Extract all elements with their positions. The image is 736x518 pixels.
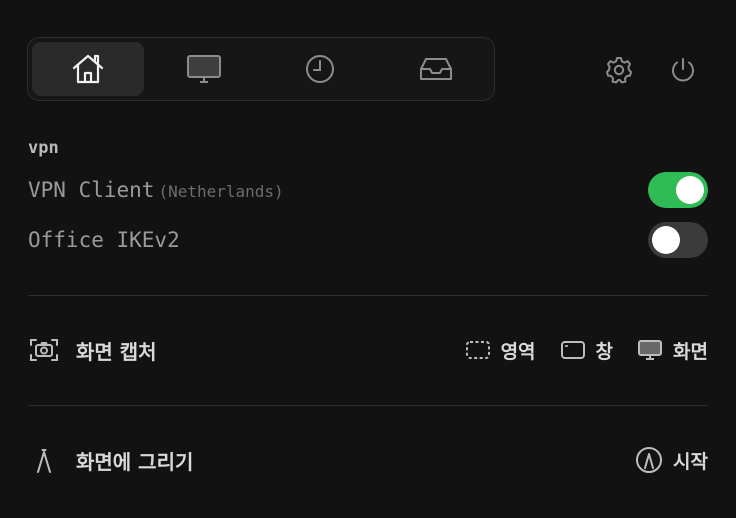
vpn-section-label: vpn (28, 138, 59, 158)
window-icon (560, 340, 586, 360)
main-tab-bar (27, 37, 495, 101)
monitor-icon (187, 55, 221, 83)
capture-area-button[interactable]: 영역 (465, 337, 536, 364)
draw-on-screen-row: 화면에 그리기 시작 (28, 440, 708, 480)
capture-screen-label: 화면 (673, 340, 708, 363)
divider (28, 405, 708, 406)
vpn-client-toggle[interactable] (648, 172, 708, 208)
office-ikev2-toggle[interactable] (648, 222, 708, 258)
tab-home[interactable] (32, 42, 144, 96)
vpn-location: (Netherlands) (158, 182, 284, 201)
start-drawing-button[interactable]: 시작 (635, 446, 708, 474)
selection-area-icon (465, 340, 491, 360)
gear-icon (606, 57, 632, 84)
vpn-name: Office IKEv2 (28, 228, 180, 252)
circle-pen-icon (635, 446, 663, 474)
vpn-name: VPN Client (28, 178, 155, 202)
vpn-item-office-ikev2: Office IKEv2 (28, 222, 708, 258)
vpn-item-vpn-client: VPN Client (Netherlands) (28, 172, 708, 208)
screen-capture-row: 화면 캡처 영역 창 화면 (28, 330, 708, 370)
power-button[interactable] (667, 52, 699, 88)
capture-area-label: 영역 (500, 340, 536, 363)
inbox-tray-icon (420, 58, 452, 80)
capture-window-label: 창 (595, 340, 614, 363)
tab-display[interactable] (148, 42, 260, 96)
monitor-icon (637, 339, 663, 361)
camera-icon (28, 336, 60, 364)
toggle-knob (676, 176, 704, 204)
home-icon (72, 54, 104, 84)
toggle-knob (652, 226, 680, 254)
clock-icon (306, 55, 334, 83)
tab-inbox[interactable] (380, 42, 492, 96)
start-drawing-label: 시작 (673, 450, 708, 473)
tab-history[interactable] (264, 42, 376, 96)
screen-capture-label: 화면 캡처 (76, 339, 157, 364)
pen-nib-icon (28, 446, 60, 474)
draw-on-screen-label: 화면에 그리기 (76, 449, 194, 474)
divider (28, 295, 708, 296)
power-icon (672, 58, 694, 82)
settings-button[interactable] (603, 52, 635, 88)
capture-window-button[interactable]: 창 (560, 337, 613, 364)
capture-screen-button[interactable]: 화면 (637, 337, 708, 364)
